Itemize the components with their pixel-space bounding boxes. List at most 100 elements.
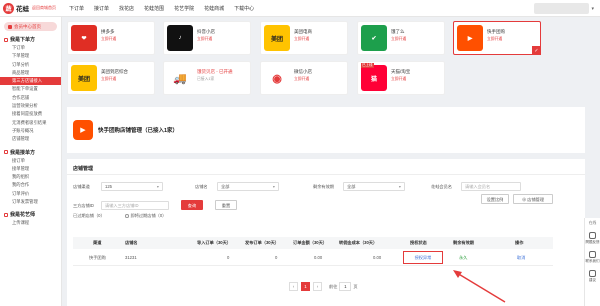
set-ratio-button[interactable]: 设置比例 — [481, 194, 509, 204]
channel-select[interactable]: 125 ▾ — [101, 182, 163, 191]
kuaishou-icon: ▶ — [457, 25, 483, 51]
feedback-icon — [589, 232, 596, 239]
search-button[interactable]: 查询 — [181, 200, 203, 210]
sidebar-item[interactable]: 订单评价 — [0, 190, 61, 198]
platform-card-ehuo[interactable]: 🚚 饿货贝店 - 已开通 已接入1家 — [163, 61, 251, 95]
user-menu[interactable]: ▾ — [534, 3, 594, 14]
nav-item-find-shop[interactable]: 找花店 — [119, 5, 134, 12]
platform-card-eleme[interactable]: ✔ 饿了么 立即开通 — [357, 21, 445, 55]
sidebar-item[interactable]: 店铺管理 — [0, 135, 61, 143]
platform-name: 美团电商 — [294, 29, 312, 34]
suggest-label: 建议 — [589, 278, 596, 282]
auth-status-link[interactable]: 授权异常 — [404, 252, 442, 263]
platform-status[interactable]: 立即开通 — [391, 37, 406, 42]
nav-item-place-order[interactable]: 下订单 — [69, 5, 84, 12]
cell-order-amount: 0.00 — [314, 255, 323, 260]
logo-name: 花蛙 — [16, 6, 29, 13]
tab-expiring[interactable]: 即将过期店铺（0） — [125, 213, 166, 219]
sidebar-home-button[interactable]: 会员中心首页 — [4, 22, 57, 31]
sidebar-item[interactable]: 接单管理 — [0, 165, 61, 173]
sidebar-item[interactable]: 智能下单设置 — [0, 85, 61, 93]
expire-select[interactable]: 全部 ▾ — [343, 182, 405, 191]
sidebar-item[interactable]: 下单管理 — [0, 52, 61, 60]
member-input[interactable]: 请输入会员名 — [461, 182, 521, 191]
platform-card-pdd[interactable]: ❤ 拼多多 立即开通 — [67, 21, 155, 55]
eleme-icon: ✔ — [361, 25, 387, 51]
platform-status[interactable]: 立即开通 — [197, 37, 212, 42]
nav-item-mall[interactable]: 花蛙商城 — [204, 5, 224, 12]
sidebar-item[interactable]: 合作店铺 — [0, 94, 61, 102]
platform-card-kuaishou[interactable]: ▶ 快手团购 立即开通 ✓ — [453, 21, 541, 55]
sidebar-item[interactable]: 运营效果分析 — [0, 102, 61, 110]
goto-page-input[interactable]: 1 — [339, 282, 352, 291]
store-manage-button[interactable]: ⊕ 店铺管理 — [513, 194, 553, 204]
auth-status-highlight[interactable]: 授权异常 — [403, 251, 443, 264]
platform-status[interactable]: 立即开通 — [294, 37, 309, 42]
nav-item-range[interactable]: 花蛙范围 — [144, 5, 164, 12]
thirdparty-label: 三方店铺ID — [73, 203, 94, 208]
reset-button[interactable]: 重置 — [215, 200, 237, 210]
sidebar-group-florist: 我是花艺师 — [4, 211, 61, 218]
cancel-link[interactable]: 取消 — [517, 249, 525, 266]
meituan-store-icon: 美团 — [71, 65, 97, 91]
page-button-current[interactable]: 1 — [301, 282, 310, 291]
sidebar-group-title: 我是下单方 — [10, 37, 36, 43]
sidebar-item[interactable]: 子账号概况 — [0, 127, 61, 135]
platform-status[interactable]: 立即开通 — [391, 77, 406, 82]
chevron-down-icon: ▾ — [398, 184, 401, 189]
sidebar-item[interactable]: 订单分析 — [0, 61, 61, 69]
sidebar-item[interactable]: 上传课程 — [0, 219, 61, 227]
next-page-button[interactable]: › — [313, 282, 322, 291]
platform-card-meituan[interactable]: 美团 美团电商 立即开通 — [260, 21, 348, 55]
sidebar-item[interactable]: 接订单 — [0, 157, 61, 165]
col-header: 剩余有效期 — [453, 240, 474, 245]
suggest-button[interactable]: 建议 — [585, 270, 600, 283]
platform-card-wechat-shop[interactable]: ◉ 微信小店 立即开通 — [260, 61, 348, 95]
page-unit-label: 页 — [353, 283, 358, 289]
nav-item-academy[interactable]: 花艺学院 — [174, 5, 194, 12]
sidebar-item[interactable]: 我的合作 — [0, 181, 61, 189]
chevron-down-icon: ▾ — [272, 184, 275, 189]
platform-status[interactable]: 立即开通 — [487, 37, 502, 42]
group-icon — [4, 212, 8, 217]
sidebar-group-title: 我是接单方 — [10, 149, 36, 156]
store-header: ▶ 快手团购店铺管理（已接入1家） — [67, 107, 585, 153]
user-avatar[interactable] — [534, 3, 590, 14]
platform-card-tmall[interactable]: 猫 已上线 天猫/淘宝 立即开通 — [357, 61, 445, 95]
logo[interactable]: 蔬 花蛙 返回商城首页 — [3, 2, 65, 14]
sidebar-item[interactable]: 我的组织 — [0, 173, 61, 181]
sidebar-item[interactable]: 无消费者吸引结果 — [0, 119, 61, 127]
col-header: 操作 — [515, 240, 524, 245]
platform-status[interactable]: 立即开通 — [294, 77, 309, 82]
cell-store-name: 31231 — [125, 255, 137, 260]
sidebar-item-active[interactable]: 第三方店铺接入 — [0, 77, 61, 86]
panel-title: 店铺管理 — [73, 166, 94, 172]
sidebar-item[interactable]: 下订单 — [0, 44, 61, 52]
feedback-button[interactable]: 問题反馈 — [585, 232, 600, 245]
store-name-select[interactable]: 全部 ▾ — [217, 182, 279, 191]
platform-name: 饿货贝店 - 已开通 — [197, 69, 233, 74]
back-to-mall-link[interactable]: 返回商城首页 — [32, 5, 56, 11]
sidebar-item[interactable]: 订单发票管理 — [0, 198, 61, 206]
divider — [67, 174, 585, 175]
chevron-down-icon: ▾ — [156, 184, 159, 189]
platform-status[interactable]: 立即开通 — [101, 77, 116, 82]
sidebar-group-receiver: 我是接单方 — [4, 149, 61, 156]
prev-page-button[interactable]: ‹ — [289, 282, 298, 291]
tab-expired[interactable]: 已过期店铺（0） — [73, 213, 105, 219]
tab-label: 已过期店铺（0） — [73, 213, 105, 218]
platform-name: 快手团购 — [487, 29, 505, 34]
sidebar-item[interactable]: 接着同是投放费 — [0, 110, 61, 118]
store-name-label: 店铺名 — [195, 184, 208, 189]
platform-card-douyin[interactable]: ♪ 抖音小店 立即开通 — [163, 21, 251, 55]
platform-status[interactable]: 立即开通 — [101, 37, 116, 42]
nav-item-download[interactable]: 下载中心 — [234, 5, 254, 12]
thirdparty-input[interactable]: 请输入三方店铺ID — [101, 201, 169, 210]
contact-button[interactable]: 联系我们 — [585, 251, 600, 264]
nav-item-accept-order[interactable]: 接订单 — [94, 5, 109, 12]
platform-card-meituan-store[interactable]: 美团 美团到店综合 立即开通 — [67, 61, 155, 95]
chat-icon — [589, 251, 596, 258]
sidebar-item[interactable]: 商品管理 — [0, 69, 61, 77]
store-header-title: 快手团购店铺管理（已接入1家） — [98, 128, 179, 134]
douyin-icon: ♪ — [167, 25, 193, 51]
